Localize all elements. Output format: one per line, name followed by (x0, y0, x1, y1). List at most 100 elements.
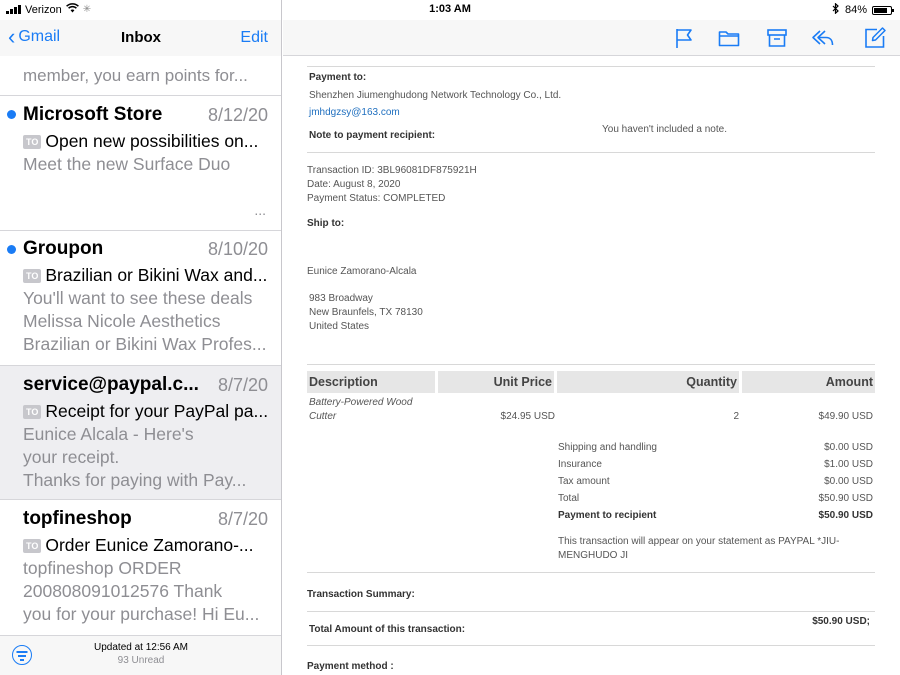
divider (307, 152, 875, 153)
ship-to-label: Ship to: (307, 218, 345, 229)
col-description: Description (307, 371, 435, 393)
divider (307, 66, 875, 67)
total-value: $0.00 USD (824, 476, 873, 487)
battery-percent: 84% (844, 4, 867, 16)
payee-email-link[interactable]: jmhdgzsy@163.com (309, 107, 400, 118)
total-amount-label: Total Amount of this transaction: (309, 624, 466, 635)
to-badge: TO (23, 134, 42, 149)
message-preview: you for your purchase! Hi Eu... (23, 604, 260, 624)
message-row[interactable]: Microsoft Store 8/12/20 TO Open new poss… (0, 96, 281, 231)
note-value: You haven't included a note. (602, 124, 727, 135)
total-label: Payment to recipient (558, 510, 657, 521)
message-date: 8/7/20 (217, 375, 268, 395)
updated-status: Updated at 12:56 AM (94, 642, 188, 653)
battery-icon (872, 5, 894, 15)
ship-name: Eunice Zamorano-Alcala (307, 266, 417, 277)
message-sender: service@paypal.c... (23, 374, 199, 395)
item-unit-price: $24.95 USD (500, 411, 555, 422)
message-date: 8/10/20 (207, 239, 268, 259)
message-preview: Brazilian or Bikini Wax Profes... (23, 334, 267, 354)
message-preview: your receipt. (23, 447, 120, 467)
summary-label: Transaction Summary: (307, 589, 415, 600)
transaction-id: Transaction ID: 3BL96081DF875921H (307, 165, 477, 176)
message-date: 8/12/20 (207, 105, 268, 125)
total-value: $50.90 USD (818, 510, 873, 521)
col-unit-price: Unit Price (438, 371, 554, 393)
flag-icon[interactable] (672, 26, 696, 50)
address-line: New Braunfels, TX 78130 (309, 307, 423, 318)
total-label: Shipping and handling (558, 442, 657, 453)
message-sender: Microsoft Store (23, 104, 163, 125)
total-label: Insurance (558, 459, 602, 470)
message-subject-text: Receipt for your PayPal pa... (45, 401, 268, 421)
message-preview: Meet the new Surface Duo (23, 154, 231, 174)
mailbox-navbar: ‹ Gmail Inbox Edit (0, 20, 281, 56)
statement-note: MENGHUDO JI (558, 550, 628, 561)
total-amount-value: $50.90 USD; (812, 616, 870, 627)
message-date: 8/7/20 (217, 509, 268, 529)
message-subject-text: Order Eunice Zamorano-... (45, 535, 254, 555)
message-row[interactable]: topfineshop 8/7/20 TO Order Eunice Zamor… (0, 500, 281, 640)
transaction-date: Date: August 8, 2020 (307, 179, 401, 190)
archive-icon[interactable] (765, 26, 789, 50)
address-line: 983 Broadway (309, 293, 373, 304)
address-line: United States (309, 321, 370, 332)
more-icon: ... (254, 202, 266, 218)
folder-icon[interactable] (717, 26, 741, 50)
item-amount: $49.90 USD (818, 411, 873, 422)
message-toolbar (283, 20, 900, 56)
statement-note: This transaction will appear on your sta… (558, 536, 840, 547)
divider (307, 364, 875, 365)
message-subject-text: Open new possibilities on... (45, 131, 259, 151)
total-value: $0.00 USD (824, 442, 873, 453)
total-value: $50.90 USD (818, 493, 873, 504)
message-pane: Payment to: Shenzhen Jiumenghudong Netwo… (283, 0, 900, 675)
message-sender: Groupon (23, 238, 104, 259)
total-label: Total (558, 493, 580, 504)
message-preview: You'll want to see these deals (23, 288, 253, 308)
unread-dot (7, 110, 16, 119)
mailbox-pane: ‹ Gmail Inbox Edit Cafe Tex-Mex Social R… (0, 0, 282, 675)
message-preview: 200808091012576 Thank (23, 581, 223, 601)
item-quantity: 2 (733, 411, 739, 422)
payment-method-label: Payment method : (307, 661, 394, 672)
message-row[interactable]: service@paypal.c... 8/7/20 TO Receipt fo… (0, 366, 281, 500)
divider (307, 611, 875, 612)
reply-icon[interactable] (811, 26, 835, 50)
edit-button[interactable]: Edit (240, 29, 268, 47)
payment-status: Payment Status: COMPLETED (307, 193, 446, 204)
message-preview: Melissa Nicole Aesthetics (23, 311, 221, 331)
note-label: Note to payment recipient: (309, 130, 436, 141)
items-table-header: Description Unit Price Quantity Amount (307, 371, 875, 393)
message-preview: topfineshop ORDER (23, 558, 182, 578)
message-subject: TO Order Eunice Zamorano-... (23, 535, 253, 556)
total-value: $1.00 USD (824, 459, 873, 470)
to-badge: TO (23, 268, 42, 283)
to-badge: TO (23, 538, 42, 553)
unread-count: 93 Unread (117, 655, 165, 666)
total-label: Tax amount (558, 476, 610, 487)
message-list[interactable]: Cafe Tex-Mex Social Rewards member, you … (0, 40, 281, 640)
col-quantity: Quantity (557, 371, 739, 393)
status-bar: Verizon ✳ 1:03 AM 84% (0, 0, 900, 20)
col-amount: Amount (742, 371, 875, 393)
message-subject: TO Receipt for your PayPal pa... (23, 401, 268, 422)
message-subject: TO Brazilian or Bikini Wax and... (23, 265, 267, 286)
message-preview: Thanks for paying with Pay... (23, 470, 247, 490)
message-subject-text: Brazilian or Bikini Wax and... (45, 265, 268, 285)
divider (307, 645, 875, 646)
message-subject: TO Open new possibilities on... (23, 131, 258, 152)
clock: 1:03 AM (429, 3, 471, 15)
item-description: Cutter (309, 411, 337, 422)
unread-dot (7, 245, 16, 254)
message-row[interactable]: Groupon 8/10/20 TO Brazilian or Bikini W… (0, 231, 281, 366)
payment-to-label: Payment to: (309, 72, 367, 83)
message-preview: Eunice Alcala - Here's (23, 424, 194, 444)
preview-line: member, you earn points for... (23, 66, 248, 85)
divider (307, 572, 875, 573)
mailbox-bottombar: Updated at 12:56 AM 93 Unread (0, 635, 281, 675)
message-sender: topfineshop (23, 508, 132, 529)
compose-icon[interactable] (863, 26, 887, 50)
to-badge: TO (23, 404, 42, 419)
item-description: Battery-Powered Wood (309, 397, 413, 408)
